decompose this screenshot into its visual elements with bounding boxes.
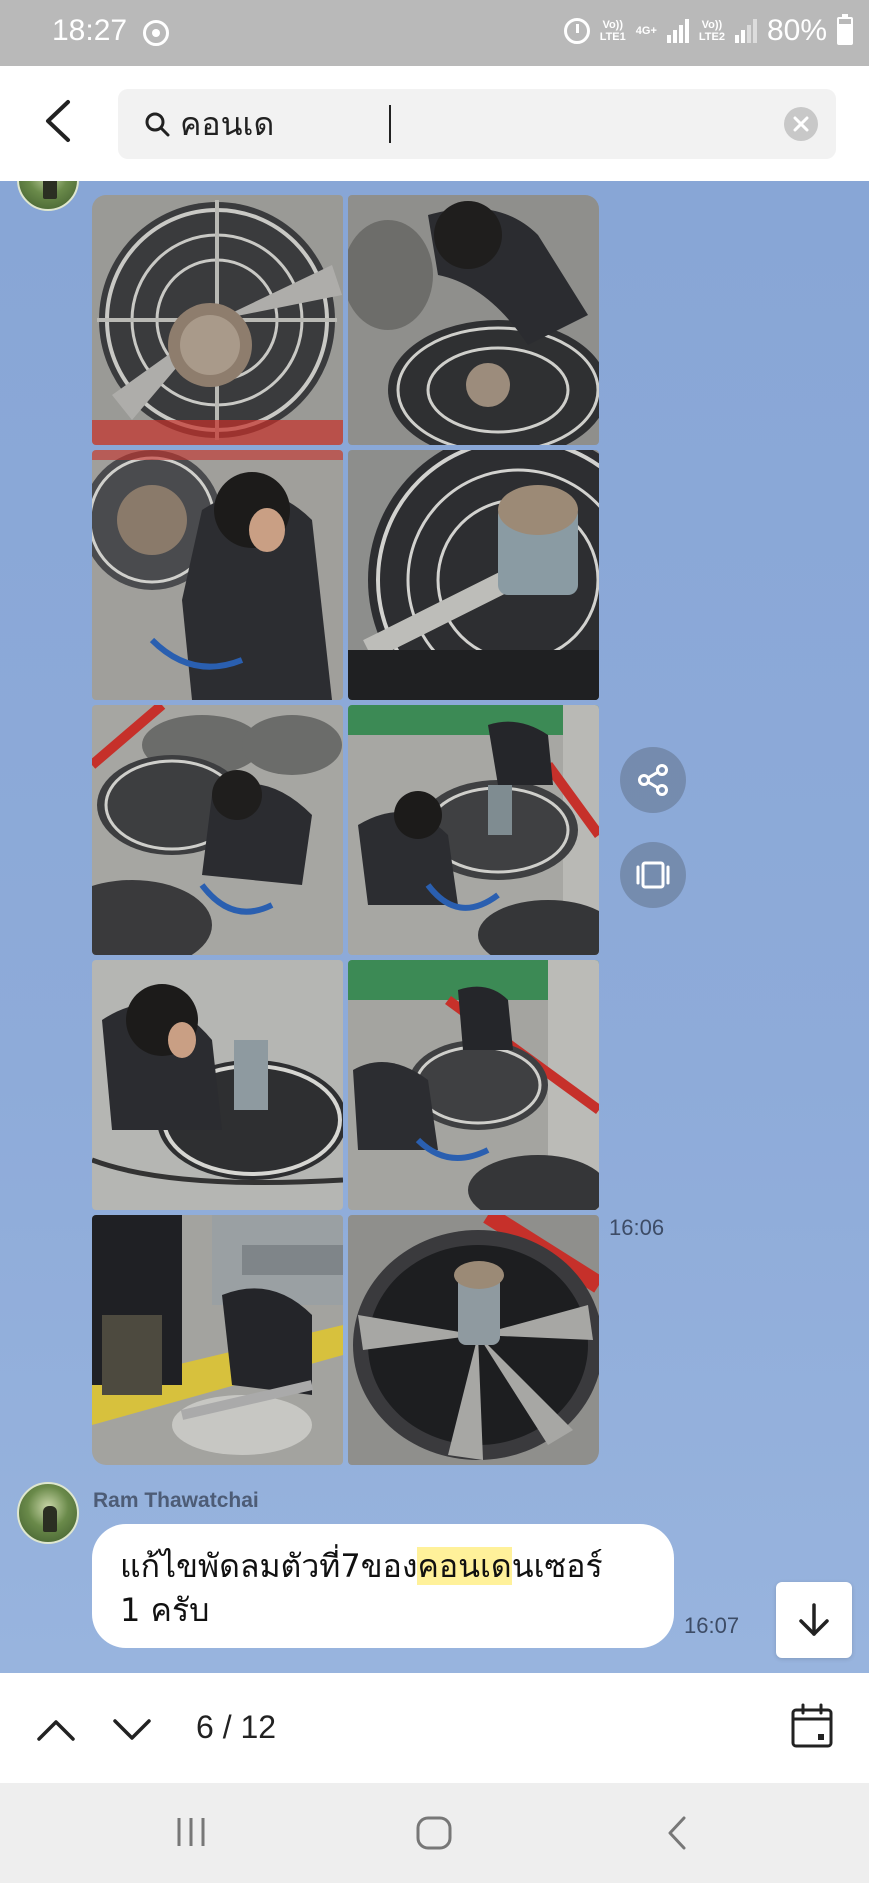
status-time: 18:27 — [52, 14, 128, 47]
photos-timestamp: 16:06 — [609, 1215, 665, 1240]
recent-apps-icon — [177, 1818, 205, 1846]
back-button[interactable] — [36, 96, 82, 146]
search-header — [0, 66, 869, 181]
signal-icon-1 — [666, 19, 689, 43]
message-bubble[interactable]: แก้ไขพัดลมตัวที่7ของคอนเดนเซอร์ 1 ครับ — [92, 1524, 674, 1648]
photo-thumbnail[interactable] — [348, 705, 599, 955]
photo-thumbnail[interactable] — [92, 450, 343, 700]
scroll-to-bottom-button[interactable] — [776, 1582, 852, 1658]
sender-name: Ram Thawatchai — [93, 1489, 259, 1512]
gallery-icon — [636, 861, 670, 889]
sim2-volte: Vo)) — [701, 19, 723, 31]
sim2-lte: LTE2 — [698, 31, 725, 43]
signal-icon-2 — [734, 19, 757, 43]
search-icon — [145, 112, 170, 137]
arrow-down-icon — [799, 1603, 829, 1636]
message-timestamp: 16:07 — [684, 1613, 740, 1638]
network-type: 4G+ — [635, 25, 657, 37]
android-navigation-bar — [0, 1783, 869, 1883]
battery-percent: 80% — [766, 14, 827, 47]
recent-apps-button[interactable] — [174, 1815, 208, 1853]
battery-icon — [837, 14, 853, 45]
chevron-down-icon — [113, 1719, 151, 1740]
system-back-button[interactable] — [660, 1815, 694, 1855]
search-result-bar: 6 / 12 — [0, 1673, 869, 1783]
next-result-button[interactable] — [110, 1709, 154, 1749]
fan-photo-4 — [348, 450, 599, 700]
home-button[interactable] — [415, 1815, 453, 1855]
sync-icon — [143, 20, 169, 46]
message-text: แก้ไขพัดลมตัวที่7ของ — [120, 1547, 418, 1585]
message-text: นเซอร์ — [511, 1547, 603, 1585]
avatar[interactable] — [17, 181, 79, 211]
sim1-lte: LTE1 — [599, 31, 626, 43]
chat-area[interactable]: 16:06 Ram Thawatchai แก้ไขพัดลมตัวที่7ขอ… — [0, 181, 869, 1673]
fan-photo-1 — [92, 195, 343, 445]
photo-thumbnail[interactable] — [92, 195, 343, 445]
alarm-icon — [563, 18, 590, 44]
photo-thumbnail[interactable] — [348, 195, 599, 445]
text-caret — [389, 105, 391, 143]
sim2-label: Vo)) LTE2 — [699, 19, 725, 43]
status-icons: Vo)) LTE1 4G+ Vo)) LTE2 80% — [563, 14, 853, 48]
fan-photo-10 — [348, 1215, 599, 1465]
photo-thumbnail[interactable] — [92, 960, 343, 1210]
fan-photo-5 — [92, 705, 343, 955]
photo-thumbnail[interactable] — [92, 1215, 343, 1465]
search-input[interactable] — [180, 101, 740, 147]
search-highlight: คอนเด — [417, 1547, 512, 1585]
photo-thumbnail[interactable] — [92, 705, 343, 955]
calendar-button[interactable] — [790, 1703, 834, 1749]
previous-result-button[interactable] — [34, 1709, 78, 1749]
calendar-icon — [791, 1703, 833, 1748]
fan-photo-2 — [348, 195, 599, 445]
photo-grid — [92, 195, 599, 1465]
photo-thumbnail[interactable] — [348, 1215, 599, 1465]
photo-thumbnail[interactable] — [348, 960, 599, 1210]
clear-search-button[interactable] — [784, 107, 818, 141]
search-box[interactable] — [118, 89, 836, 159]
message-line-1: แก้ไขพัดลมตัวที่7ของคอนเดนเซอร์ — [120, 1544, 646, 1588]
chevron-up-icon — [37, 1720, 75, 1741]
sim1-volte: Vo)) — [602, 19, 624, 31]
close-icon — [793, 116, 809, 132]
share-icon — [638, 764, 668, 796]
back-triangle-icon — [668, 1816, 686, 1850]
message-line-2: 1 ครับ — [120, 1591, 210, 1629]
photo-thumbnail[interactable] — [348, 450, 599, 700]
fan-photo-9 — [92, 1215, 343, 1465]
sim1-label: Vo)) LTE1 — [600, 19, 626, 43]
avatar[interactable] — [17, 1482, 79, 1544]
chevron-left-icon — [46, 100, 70, 142]
fan-photo-6 — [348, 705, 599, 955]
home-icon — [416, 1816, 452, 1850]
fan-photo-8 — [348, 960, 599, 1210]
fan-photo-3 — [92, 450, 343, 700]
result-counter: 6 / 12 — [196, 1709, 277, 1745]
gallery-button[interactable] — [620, 842, 686, 908]
fan-photo-7 — [92, 960, 343, 1210]
status-bar: 18:27 Vo)) LTE1 4G+ Vo)) LTE2 80% — [0, 0, 869, 66]
share-button[interactable] — [620, 747, 686, 813]
